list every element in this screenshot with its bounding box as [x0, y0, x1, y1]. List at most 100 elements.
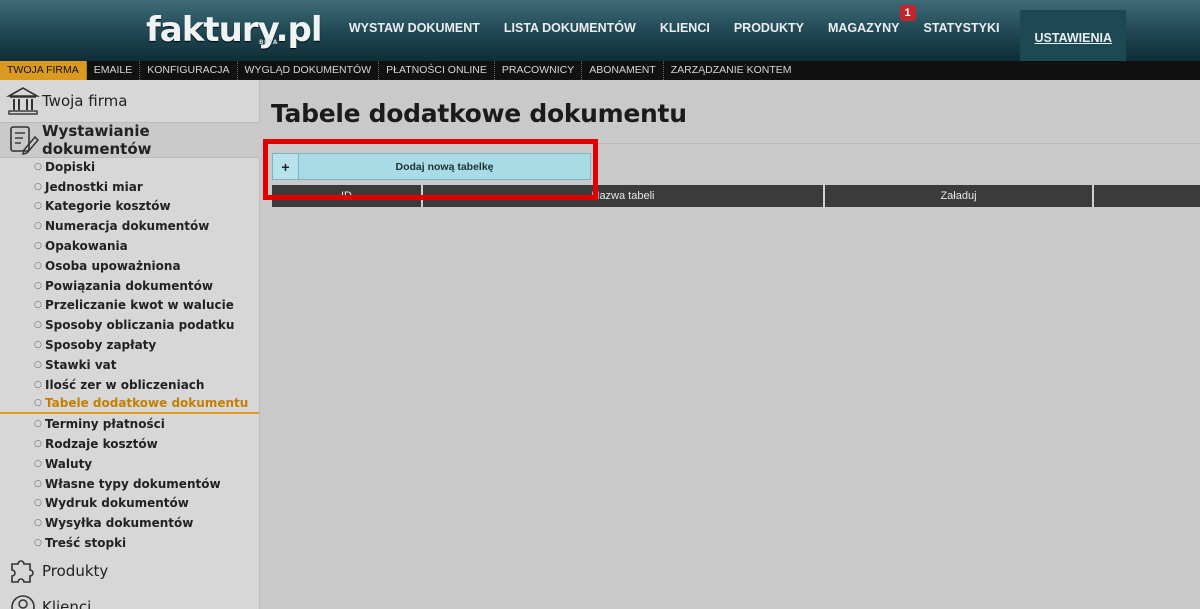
add-table-button[interactable]: + Dodaj nową tabelkę [272, 153, 591, 180]
sidebar-item-label: Ilość zer w obliczeniach [45, 377, 205, 392]
bullet-icon: ○ [34, 518, 42, 529]
sidebar-section-twoja-firma[interactable]: Twoja firma [0, 84, 260, 118]
sidebar-item-label: Kategorie kosztów [45, 199, 171, 214]
bullet-icon: ○ [34, 379, 42, 390]
subnav-emaile[interactable]: EMAILE [87, 61, 141, 80]
bullet-icon: ○ [34, 320, 42, 331]
subnav-konfiguracja[interactable]: KONFIGURACJA [140, 61, 238, 80]
nav-klienci[interactable]: KLIENCI [648, 0, 722, 56]
sidebar-item-label: Sposoby obliczania podatku [45, 318, 235, 333]
sidebar-item-label: Treść stopki [45, 536, 127, 551]
sidebar-item-numeracja-dokumentow[interactable]: ○ Numeracja dokumentów [0, 216, 259, 236]
subnav-abonament[interactable]: ABONAMENT [582, 61, 664, 80]
sidebar-item-stawki-vat[interactable]: ○ Stawki vat [0, 355, 259, 375]
bullet-icon: ○ [34, 398, 42, 409]
sidebar-item-wysylka-dokumentow[interactable]: ○ Wysyłka dokumentów [0, 513, 259, 533]
bullet-icon: ○ [34, 419, 42, 430]
subnav-pracownicy[interactable]: PRACOWNICY [495, 61, 583, 80]
sidebar-item-label: Waluty [45, 456, 93, 471]
column-header-zaladuj[interactable]: Załaduj [825, 185, 1094, 207]
sidebar-item-sposoby-zaplaty[interactable]: ○ Sposoby zapłaty [0, 335, 259, 355]
sidebar-section-label: Produkty [42, 562, 109, 580]
bullet-icon: ○ [34, 478, 42, 489]
sidebar-item-wlasne-typy[interactable]: ○ Własne typy dokumentów [0, 474, 259, 494]
add-table-button-label: Dodaj nową tabelkę [395, 160, 494, 173]
sidebar-item-label: Numeracja dokumentów [45, 219, 210, 234]
nav-lista-dokumentow[interactable]: LISTA DOKUMENTÓW [492, 0, 648, 56]
bullet-icon: ○ [34, 359, 42, 370]
bullet-icon: ○ [34, 458, 42, 469]
sidebar-item-tabele-dodatkowe[interactable]: ○ Tabele dodatkowe dokumentu [0, 395, 259, 415]
sidebar-item-label: Sposoby zapłaty [45, 338, 157, 353]
column-header-id[interactable]: ID [272, 185, 423, 207]
logo[interactable]: faktury.pl [146, 10, 323, 50]
sidebar-item-label: Dopiski [45, 159, 96, 174]
sidebar-item-waluty[interactable]: ○ Waluty [0, 454, 259, 474]
sidebar-item-przeliczanie-kwot[interactable]: ○ Przeliczanie kwot w walucie [0, 296, 259, 316]
bullet-icon: ○ [34, 538, 42, 549]
sidebar-item-label: Tabele dodatkowe dokumentu [45, 396, 249, 411]
sidebar-item-tresc-stopki[interactable]: ○ Treść stopki [0, 533, 259, 553]
sidebar-section-wystawianie-dokumentow[interactable]: Wystawianie dokumentów [0, 122, 260, 158]
sidebar-item-label: Wysyłka dokumentów [45, 516, 194, 531]
sidebar-section-label: Twoja firma [42, 92, 128, 110]
bullet-icon: ○ [34, 498, 42, 509]
sidebar: Twoja firma Wystawianie dokumentów ○ Dopi… [0, 80, 260, 609]
sidebar-item-dopiski[interactable]: ○ Dopiski [0, 157, 259, 177]
sidebar-section-produkty[interactable]: Produkty [0, 556, 260, 586]
page-title: Tabele dodatkowe dokumentu [271, 99, 687, 128]
sidebar-item-rodzaje-kosztow[interactable]: ○ Rodzaje kosztów [0, 434, 259, 454]
bullet-icon: ○ [34, 300, 42, 311]
sidebar-item-ilosc-zer[interactable]: ○ Ilość zer w obliczeniach [0, 375, 259, 395]
bullet-icon: ○ [34, 221, 42, 232]
sidebar-item-label: Przeliczanie kwot w walucie [45, 298, 234, 313]
puzzle-icon [6, 554, 40, 588]
sidebar-item-label: Wydruk dokumentów [45, 496, 189, 511]
nav-magazyny-label: MAGAZYNY [827, 21, 900, 35]
nav-ustawienia[interactable]: USTAWIENIA [1020, 10, 1126, 66]
sidebar-section-label: Klienci [42, 598, 92, 609]
column-header-actions [1094, 185, 1200, 207]
sidebar-item-label: Powiązania dokumentów [45, 278, 213, 293]
settings-subnav: TWOJA FIRMA EMAILE KONFIGURACJA WYGLĄD D… [0, 61, 1200, 80]
nav-statystyki[interactable]: STATYSTYKI [912, 0, 1012, 56]
sidebar-item-label: Stawki vat [45, 357, 117, 372]
plus-icon: + [273, 154, 299, 179]
logo-beta-badge: BETA [259, 39, 278, 46]
column-header-nazwa-tabeli[interactable]: Nazwa tabeli [423, 185, 825, 207]
subnav-twoja-firma[interactable]: TWOJA FIRMA [0, 61, 87, 80]
sidebar-item-opakowania[interactable]: ○ Opakowania [0, 236, 259, 256]
subnav-platnosci-online[interactable]: PŁATNOŚCI ONLINE [379, 61, 495, 80]
bullet-icon: ○ [34, 181, 42, 192]
nav-magazyny[interactable]: MAGAZYNY 1 [816, 0, 916, 56]
sidebar-item-label: Rodzaje kosztów [45, 437, 158, 452]
sidebar-item-jednostki-miar[interactable]: ○ Jednostki miar [0, 177, 259, 197]
sidebar-submenu: ○ Dopiski ○ Jednostki miar ○ Kategorie kosz… [0, 157, 259, 553]
bullet-icon: ○ [34, 161, 42, 172]
sidebar-item-wydruk-dokumentow[interactable]: ○ Wydruk dokumentów [0, 494, 259, 514]
title-divider [262, 143, 1200, 144]
sidebar-item-label: Opakowania [45, 239, 128, 254]
sidebar-item-terminy-platnosci[interactable]: ○ Terminy płatności [0, 414, 259, 434]
sidebar-item-label: Własne typy dokumentów [45, 476, 221, 491]
subnav-zarzadzanie-kontem[interactable]: ZARZĄDZANIE KONTEM [664, 61, 799, 80]
sidebar-item-kategorie-kosztow[interactable]: ○ Kategorie kosztów [0, 197, 259, 217]
bullet-icon: ○ [34, 260, 42, 271]
subnav-wyglad-dokumentow[interactable]: WYGLĄD DOKUMENTÓW [238, 61, 380, 80]
sidebar-item-osoba-upowazniona[interactable]: ○ Osoba upoważniona [0, 256, 259, 276]
nav-produkty[interactable]: PRODUKTY [722, 0, 816, 56]
bank-icon [6, 84, 40, 118]
main-navigation: WYSTAW DOKUMENT LISTA DOKUMENTÓW KLIENCI… [337, 0, 1200, 66]
bullet-icon: ○ [34, 340, 42, 351]
sidebar-section-label: Wystawianie dokumentów [42, 122, 152, 158]
sidebar-item-sposoby-obliczania-podatku[interactable]: ○ Sposoby obliczania podatku [0, 315, 259, 335]
nav-wystaw-dokument[interactable]: WYSTAW DOKUMENT [337, 0, 492, 56]
sidebar-item-powiazania-dokumentow[interactable]: ○ Powiązania dokumentów [0, 276, 259, 296]
tables-table-header: ID Nazwa tabeli Załaduj [272, 185, 1200, 207]
document-edit-icon [6, 123, 40, 157]
client-icon [6, 590, 40, 609]
bullet-icon: ○ [34, 201, 42, 212]
sidebar-section-klienci[interactable]: Klienci [0, 592, 260, 609]
bullet-icon: ○ [34, 439, 42, 450]
sidebar-item-label: Terminy płatności [45, 417, 165, 432]
